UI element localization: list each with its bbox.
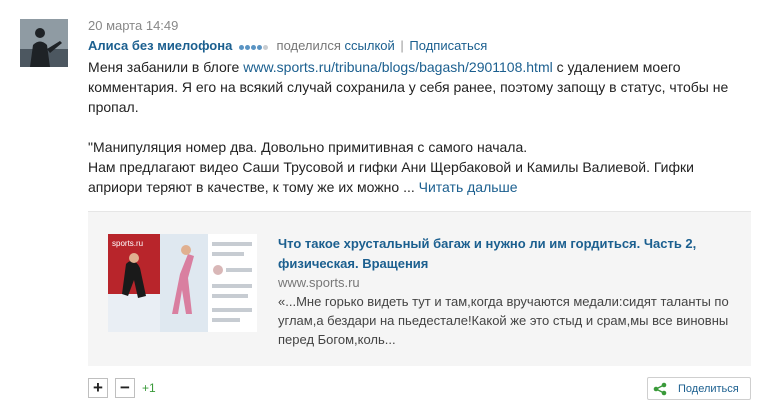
post-text: Меня забанили в блоге xyxy=(88,59,244,75)
vote-score: +1 xyxy=(142,381,156,395)
quote-line-1: "Манипуляция номер два. Довольно примити… xyxy=(88,139,528,155)
share-button[interactable]: Поделиться xyxy=(647,377,751,400)
rating-dot-1 xyxy=(238,44,244,50)
post-body: Меня забанили в блоге www.sports.ru/trib… xyxy=(88,57,743,197)
vote-minus-button[interactable]: − xyxy=(115,378,135,398)
thumb-brand-label: sports.ru xyxy=(112,239,143,248)
author-rating-dots xyxy=(238,38,269,54)
share-button-label: Поделиться xyxy=(678,383,739,395)
read-more-link[interactable]: Читать дальше xyxy=(419,179,518,195)
blog-url-link[interactable]: www.sports.ru/tribuna/blogs/bagash/29011… xyxy=(243,59,552,75)
quote-line-2: Нам предлагают видео Саши Трусовой и гиф… xyxy=(88,159,694,195)
link-preview-card[interactable]: sports.ru Что такое хрустальный багаж и … xyxy=(88,211,751,366)
link-card-title[interactable]: Что такое хрустальный багаж и нужно ли и… xyxy=(278,234,728,274)
link-card-domain: www.sports.ru xyxy=(278,275,360,290)
avatar-silhouette-icon xyxy=(20,19,68,67)
link-preview-thumbnail[interactable]: sports.ru xyxy=(108,234,257,332)
rating-dot-4 xyxy=(256,44,262,50)
author-name-link[interactable]: Алиса без миелофона xyxy=(88,38,232,53)
rating-dot-5 xyxy=(262,44,268,50)
vote-plus-button[interactable]: + xyxy=(88,378,108,398)
rating-dot-3 xyxy=(250,44,256,50)
rating-dot-2 xyxy=(244,44,250,50)
separator: | xyxy=(400,38,404,53)
skating-thumbnail-icon: sports.ru xyxy=(108,234,257,332)
avatar[interactable] xyxy=(20,19,68,67)
shared-link[interactable]: ссылкой xyxy=(345,38,395,53)
post-paragraph: Меня забанили в блоге www.sports.ru/trib… xyxy=(88,57,743,117)
post-timestamp: 20 марта 14:49 xyxy=(88,18,179,33)
quote-paragraph: Нам предлагают видео Саши Трусовой и гиф… xyxy=(88,157,743,197)
shared-text: поделился xyxy=(276,38,341,53)
subscribe-link[interactable]: Подписаться xyxy=(409,38,487,53)
author-line: Алиса без миелофона поделился ссылкой | … xyxy=(88,38,487,55)
link-card-excerpt: «...Мне горько видеть тут и там,когда вр… xyxy=(278,294,729,347)
share-icon xyxy=(653,382,667,399)
